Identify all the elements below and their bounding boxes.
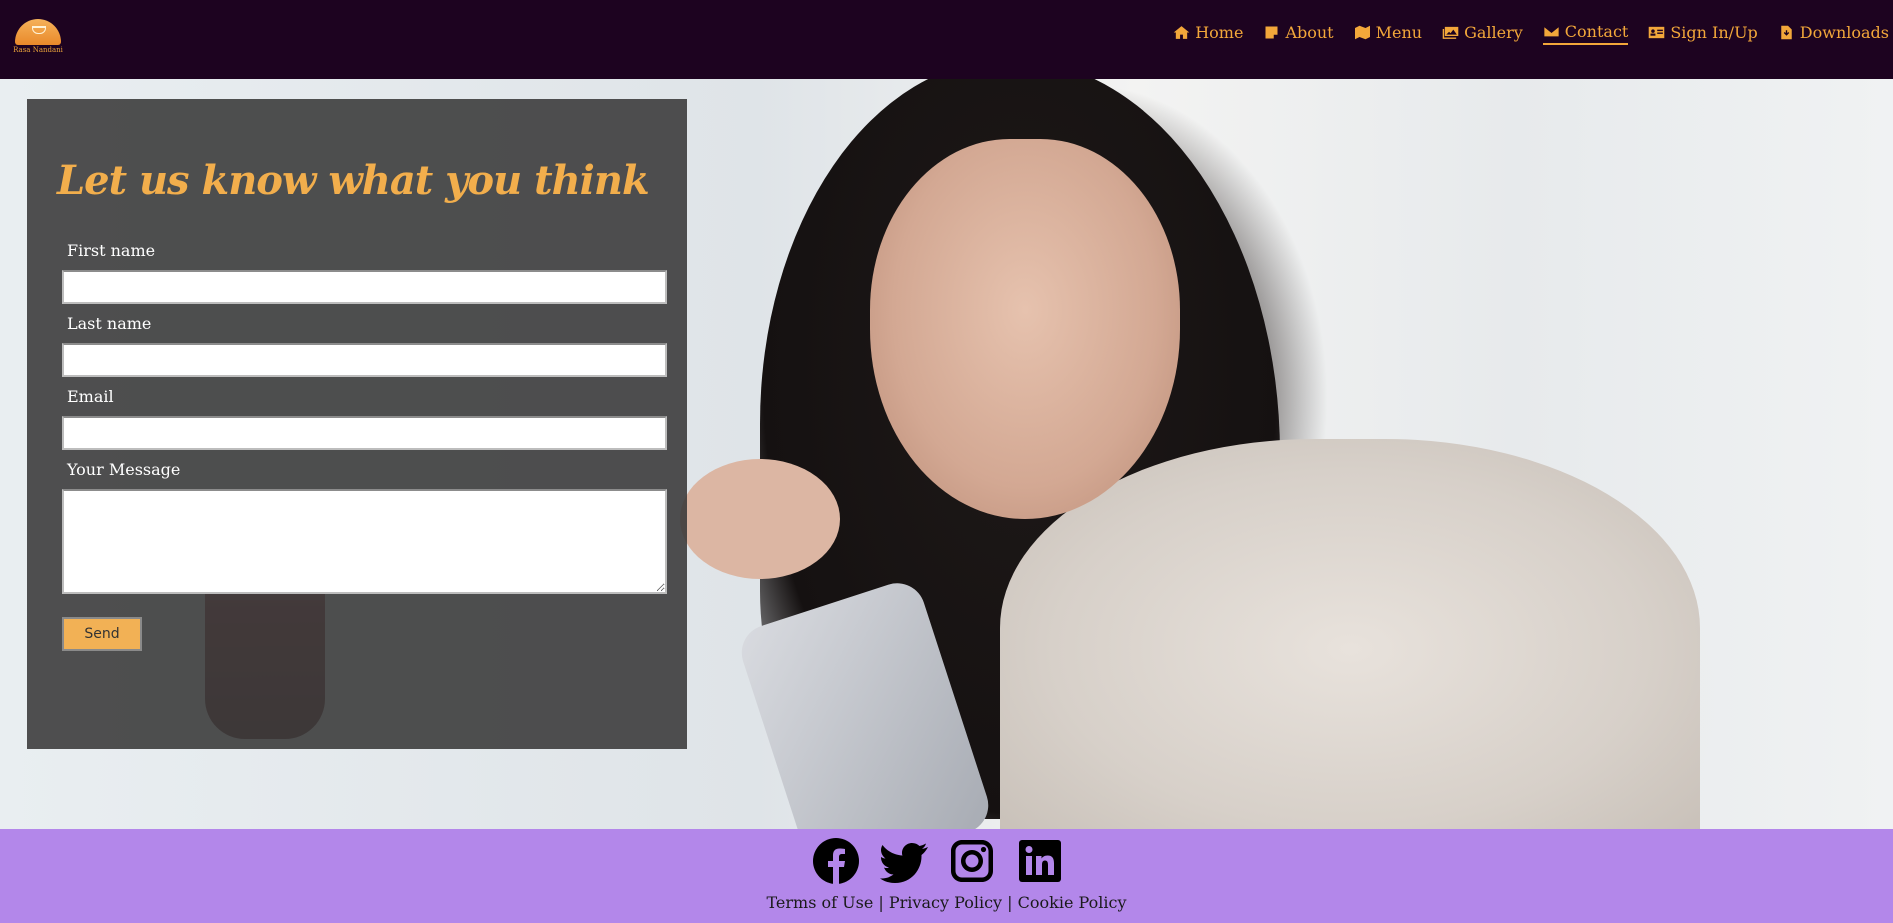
hero-person-blouse — [1000, 439, 1700, 829]
terms-link[interactable]: Terms of Use — [766, 893, 873, 912]
nav-downloads-label: Downloads — [1799, 23, 1889, 42]
facebook-link[interactable] — [812, 837, 860, 885]
send-button[interactable]: Send — [62, 617, 142, 651]
linkedin-icon — [1019, 840, 1061, 882]
nav-menu-label: Menu — [1375, 23, 1423, 42]
hero-person-face — [870, 139, 1180, 519]
site-logo[interactable]: Rasa Nandani — [13, 19, 63, 59]
privacy-link[interactable]: Privacy Policy — [889, 893, 1002, 912]
logo-bowl-icon — [15, 19, 61, 45]
contact-form-panel: Let us know what you think First name La… — [27, 99, 687, 749]
site-footer: Terms of Use | Privacy Policy | Cookie P… — [0, 829, 1893, 923]
nav-about[interactable]: About — [1263, 22, 1334, 45]
main-nav: Home About Menu Gallery Contact Sign In/… — [1173, 22, 1889, 45]
facebook-icon — [813, 838, 859, 884]
form-title: Let us know what you think — [57, 157, 650, 204]
last-name-field[interactable] — [62, 343, 667, 377]
message-label: Your Message — [67, 460, 181, 479]
home-icon — [1173, 26, 1190, 39]
first-name-field[interactable] — [62, 270, 667, 304]
envelope-icon — [1542, 25, 1560, 38]
nav-sign-in[interactable]: Sign In/Up — [1648, 22, 1758, 45]
nav-home[interactable]: Home — [1173, 22, 1243, 45]
first-name-label: First name — [67, 241, 156, 260]
email-label: Email — [67, 387, 114, 406]
social-links — [812, 837, 1064, 885]
file-download-icon — [1781, 25, 1792, 40]
footer-separator: | — [878, 893, 884, 912]
last-name-label: Last name — [67, 314, 152, 333]
nav-contact-label: Contact — [1564, 22, 1629, 41]
cookie-link[interactable]: Cookie Policy — [1018, 893, 1127, 912]
twitter-icon — [880, 843, 928, 883]
instagram-link[interactable] — [948, 837, 996, 885]
images-icon — [1442, 26, 1459, 39]
nav-gallery[interactable]: Gallery — [1442, 22, 1523, 45]
map-icon — [1354, 25, 1370, 40]
nav-contact[interactable]: Contact — [1542, 22, 1629, 45]
id-card-icon — [1649, 26, 1665, 39]
nav-home-label: Home — [1195, 23, 1244, 42]
instagram-icon — [951, 840, 993, 882]
email-field[interactable] — [62, 416, 667, 450]
site-header: Rasa Nandani Home About Menu Gallery Con… — [0, 0, 1893, 79]
twitter-link[interactable] — [880, 837, 928, 885]
logo-text: Rasa Nandani — [13, 46, 63, 54]
linkedin-link[interactable] — [1016, 837, 1064, 885]
note-icon — [1265, 26, 1278, 39]
nav-gallery-label: Gallery — [1464, 23, 1523, 42]
nav-sign-in-label: Sign In/Up — [1670, 23, 1758, 42]
footer-links: Terms of Use | Privacy Policy | Cookie P… — [0, 893, 1893, 912]
nav-downloads[interactable]: Downloads — [1778, 22, 1889, 45]
hero-person-hand — [680, 459, 840, 579]
nav-about-label: About — [1285, 23, 1334, 42]
nav-menu[interactable]: Menu — [1354, 22, 1422, 45]
message-field[interactable] — [62, 489, 667, 594]
footer-separator: | — [1007, 893, 1013, 912]
